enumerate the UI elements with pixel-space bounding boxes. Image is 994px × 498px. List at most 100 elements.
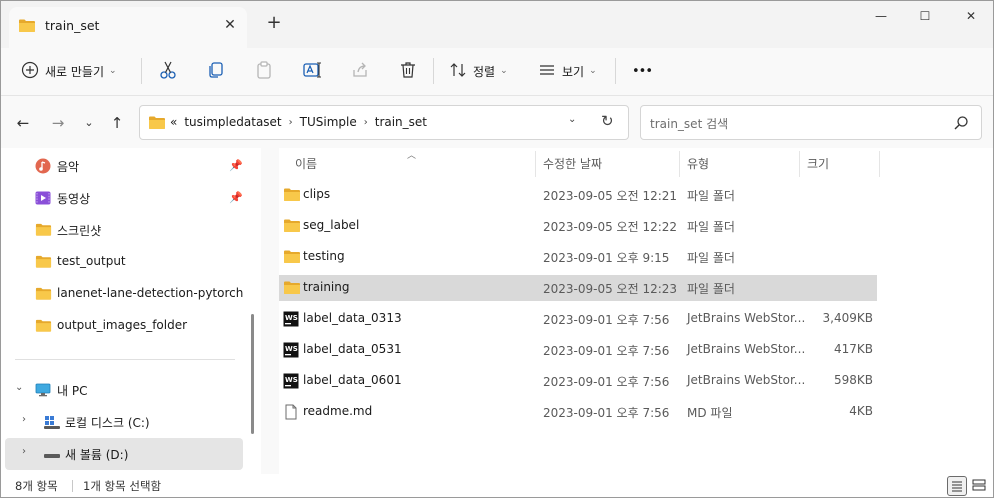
sidebar-item-label: 내 PC [57, 384, 88, 398]
sidebar-item-this-pc[interactable]: ⌄ 내 PC [5, 374, 243, 406]
search-icon[interactable] [953, 115, 969, 134]
close-window-button[interactable]: ✕ [951, 5, 991, 27]
svg-text:WS: WS [285, 345, 298, 353]
sidebar-item-drive-c[interactable]: › 로컬 디스크 (C:) [5, 406, 243, 438]
rename-icon[interactable] [300, 58, 324, 82]
minimize-button[interactable]: — [861, 5, 901, 27]
selection-count: 1개 항목 선택함 [83, 479, 162, 493]
sort-ascending-icon: ︿ [407, 151, 417, 161]
breadcrumb-overflow[interactable]: « [170, 115, 177, 129]
pin-icon: 📌 [229, 159, 243, 172]
forward-arrow-icon[interactable]: → [47, 112, 69, 134]
file-type: 파일 폴더 [687, 251, 735, 265]
column-header-date[interactable]: 수정한 날짜 [543, 155, 602, 172]
file-row[interactable]: WS label_data_0313 2023-09-01 오후 7:56 Je… [279, 306, 877, 332]
chevron-right-icon[interactable]: › [22, 414, 26, 425]
address-dropdown-icon[interactable]: ⌄ [568, 114, 576, 125]
sidebar-item-test-output[interactable]: test_output [5, 246, 243, 278]
file-size: 3,409KB [822, 311, 873, 325]
breadcrumb-item[interactable]: tusimpledataset [184, 115, 281, 129]
column-divider[interactable] [799, 151, 800, 177]
share-icon[interactable] [348, 58, 372, 82]
column-divider[interactable] [535, 151, 536, 177]
file-name: label_data_0313 [303, 311, 402, 325]
file-row[interactable]: testing 2023-09-01 오후 9:15 파일 폴더 [279, 244, 877, 270]
file-row-selected[interactable]: training 2023-09-05 오전 12:23 파일 폴더 [279, 275, 877, 301]
view-button[interactable]: 보기 ⌄ [538, 57, 597, 85]
new-button-label: 새로 만들기 [45, 64, 105, 79]
navigation-pane: 음악 📌 동영상 📌 스크린샷 test_output lanenet-lane… [1, 148, 261, 474]
paste-icon[interactable] [252, 58, 276, 82]
toolbar-divider [433, 58, 434, 84]
sort-button[interactable]: 정렬 ⌄ [449, 57, 508, 85]
sort-label: 정렬 [473, 64, 496, 79]
toolbar-divider [141, 58, 142, 84]
chevron-right-icon: › [288, 116, 293, 128]
breadcrumb-item[interactable]: train_set [375, 115, 427, 129]
sidebar-item-output-images[interactable]: output_images_folder [5, 310, 243, 342]
delete-icon[interactable] [396, 58, 420, 82]
cut-icon[interactable] [156, 58, 180, 82]
file-name: seg_label [303, 218, 360, 232]
file-row[interactable]: WS label_data_0601 2023-09-01 오후 7:56 Je… [279, 368, 877, 394]
file-explorer-window: train_set ✕ + — ☐ ✕ 새로 만들기 ⌄ 정렬 ⌄ 보기 ⌄ •… [0, 0, 994, 498]
computer-icon [35, 382, 51, 398]
chevron-right-icon[interactable]: › [22, 446, 26, 457]
breadcrumb-item[interactable]: TUSimple [300, 115, 357, 129]
windows-drive-icon [43, 414, 60, 430]
folder-icon [35, 318, 52, 334]
file-row[interactable]: readme.md 2023-09-01 오후 7:56 MD 파일 4KB [279, 399, 877, 425]
up-arrow-icon[interactable]: ↑ [106, 112, 128, 134]
address-bar[interactable]: « tusimpledataset › TUSimple › train_set… [139, 105, 629, 140]
folder-icon [283, 218, 300, 234]
webstorm-file-icon: WS [283, 311, 299, 327]
search-box[interactable]: train_set 검색 [640, 105, 982, 140]
column-divider[interactable] [879, 151, 880, 177]
file-date: 2023-09-01 오후 9:15 [543, 251, 670, 265]
sidebar-item-lanenet[interactable]: lanenet-lane-detection-pytorch [5, 278, 243, 310]
file-date: 2023-09-01 오후 7:56 [543, 344, 670, 358]
file-size: 417KB [833, 342, 873, 356]
details-view-icon[interactable] [947, 476, 967, 496]
new-button[interactable]: 새로 만들기 ⌄ [21, 57, 117, 85]
maximize-button[interactable]: ☐ [905, 5, 945, 27]
sidebar-item-videos[interactable]: 동영상 📌 [5, 182, 243, 214]
tiles-view-icon[interactable] [970, 476, 990, 496]
video-icon [35, 190, 51, 206]
sidebar-item-music[interactable]: 음악 📌 [5, 150, 243, 182]
file-row[interactable]: seg_label 2023-09-05 오전 12:22 파일 폴더 [279, 213, 877, 239]
column-header-type[interactable]: 유형 [687, 155, 709, 172]
music-icon [35, 158, 51, 174]
file-type: 파일 폴더 [687, 189, 735, 203]
new-tab-button[interactable]: + [263, 12, 285, 34]
search-placeholder: train_set 검색 [650, 117, 729, 131]
file-name: readme.md [303, 404, 373, 418]
file-row[interactable]: clips 2023-09-05 오전 12:21 파일 폴더 [279, 182, 877, 208]
copy-icon[interactable] [204, 58, 228, 82]
folder-icon [35, 222, 52, 238]
chevron-down-icon[interactable]: ⌄ [15, 382, 23, 393]
tab-train-set[interactable]: train_set ✕ [9, 7, 247, 48]
folder-icon [283, 280, 300, 296]
file-name: testing [303, 249, 345, 263]
file-row[interactable]: WS label_data_0531 2023-09-01 오후 7:56 Je… [279, 337, 877, 363]
pin-icon: 📌 [229, 191, 243, 204]
more-options-button[interactable]: ••• [632, 57, 653, 85]
sidebar-scrollbar[interactable] [251, 314, 254, 434]
title-bar: train_set ✕ + — ☐ ✕ [1, 1, 993, 48]
recent-locations-chevron-icon[interactable]: ⌄ [78, 112, 100, 134]
file-type: 파일 폴더 [687, 282, 735, 296]
folder-icon [148, 115, 166, 133]
file-size: 4KB [849, 404, 873, 418]
file-date: 2023-09-01 오후 7:56 [543, 313, 670, 327]
refresh-icon[interactable]: ↻ [601, 112, 614, 130]
column-divider[interactable] [679, 151, 680, 177]
column-header-name[interactable]: 이름 [295, 155, 317, 172]
sidebar-item-drive-d[interactable]: › 새 볼륨 (D:) [5, 438, 243, 470]
back-arrow-icon[interactable]: ← [12, 112, 34, 134]
command-bar: 새로 만들기 ⌄ 정렬 ⌄ 보기 ⌄ ••• [1, 48, 993, 96]
column-header-size[interactable]: 크기 [807, 155, 829, 172]
sidebar-item-screenshots[interactable]: 스크린샷 [5, 214, 243, 246]
tab-close-button[interactable]: ✕ [219, 14, 241, 36]
chevron-right-icon: › [363, 116, 368, 128]
